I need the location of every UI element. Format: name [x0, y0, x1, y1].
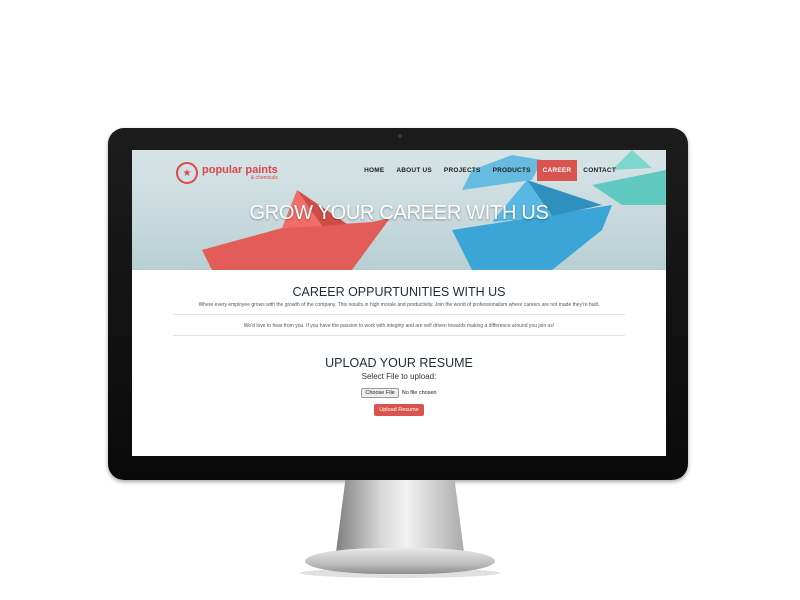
hero-title: GROW YOUR CAREER WITH US — [249, 202, 549, 224]
nav-about-us[interactable]: ABOUT US — [390, 161, 438, 180]
file-input: Choose File No file chosen — [132, 388, 666, 398]
upload-resume-button[interactable]: Upload Resume — [374, 404, 424, 416]
hero-banner: ★ popular paints & chemicals HOME ABOUT … — [132, 150, 666, 270]
divider — [173, 335, 625, 336]
site-logo[interactable]: ★ popular paints & chemicals — [176, 162, 278, 184]
rooster-icon: ★ — [176, 162, 198, 184]
logo-subname: & chemicals — [250, 175, 278, 181]
career-content: CAREER OPPURTUNITIES WITH US Where every… — [132, 270, 666, 416]
file-status: No file chosen — [401, 390, 437, 396]
nav-career[interactable]: CAREER — [536, 160, 578, 181]
upload-title: UPLOAD YOUR RESUME — [325, 356, 473, 370]
nav-contact[interactable]: CONTACT — [577, 161, 622, 180]
career-title: CAREER OPPURTUNITIES WITH US — [292, 285, 506, 299]
nav-home[interactable]: HOME — [358, 161, 390, 180]
camera-dot — [398, 134, 402, 138]
upload-label: Select File to upload: — [361, 372, 437, 381]
nav-projects[interactable]: PROJECTS — [438, 161, 487, 180]
choose-file-button[interactable]: Choose File — [361, 388, 399, 398]
monitor-base — [305, 548, 495, 574]
nav-products[interactable]: PRODUCTS — [487, 161, 537, 180]
divider — [173, 314, 625, 315]
career-description: Where every employee grows with the grow… — [198, 302, 600, 308]
monitor-screen: ★ popular paints & chemicals HOME ABOUT … — [132, 150, 666, 456]
career-note: We'd love to hear from you. If you have … — [243, 323, 555, 329]
main-nav: HOME ABOUT US PROJECTS PRODUCTS CAREER C… — [358, 160, 622, 181]
